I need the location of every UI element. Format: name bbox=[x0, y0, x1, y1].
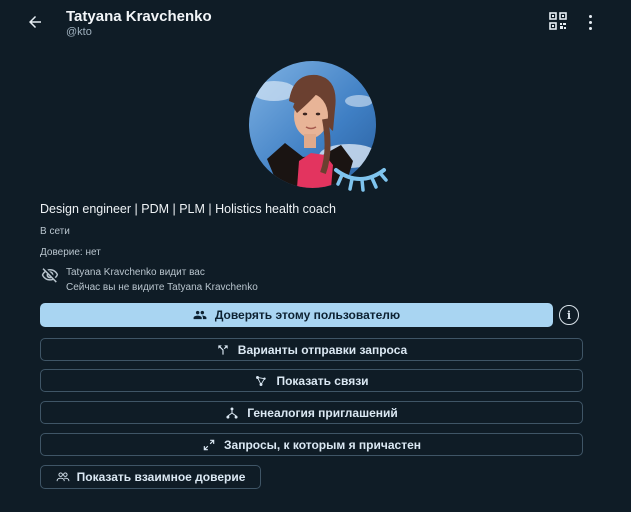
trust-user-button[interactable]: Доверять этому пользователю bbox=[40, 303, 553, 327]
invite-genealogy-label: Генеалогия приглашений bbox=[247, 405, 398, 420]
request-options-label: Варианты отправки запроса bbox=[237, 342, 408, 357]
mutual-trust-label: Показать взаимное доверие bbox=[76, 470, 246, 484]
closed-eye-icon bbox=[334, 168, 388, 192]
tree-icon bbox=[226, 406, 238, 419]
mutual-trust-button[interactable]: Показать взаимное доверие bbox=[40, 465, 261, 489]
info-button[interactable]: i bbox=[559, 305, 579, 325]
my-requests-button[interactable]: Запросы, к которым я причастен bbox=[40, 433, 583, 456]
profile-handle: @kto bbox=[66, 26, 92, 38]
visibility-you-dont-see: Сейчас вы не видите Tatyana Kravchenko bbox=[66, 282, 258, 293]
eye-off-icon bbox=[40, 266, 60, 284]
connections-icon bbox=[256, 375, 267, 386]
show-connections-button[interactable]: Показать связи bbox=[40, 369, 583, 392]
eyelash-decoration bbox=[330, 158, 390, 198]
invite-genealogy-button[interactable]: Генеалогия приглашений bbox=[40, 401, 583, 424]
trust-status: Доверие: нет bbox=[40, 247, 101, 258]
online-status: В сети bbox=[40, 226, 70, 237]
visibility-they-see-you: Tatyana Kravchenko видит вас bbox=[66, 267, 205, 278]
info-icon: i bbox=[566, 308, 572, 322]
qr-code-button[interactable] bbox=[548, 11, 570, 33]
trust-user-label: Доверять этому пользователю bbox=[214, 308, 401, 322]
more-vertical-icon bbox=[588, 14, 592, 18]
qr-code-icon bbox=[549, 12, 567, 30]
request-options-button[interactable]: Варианты отправки запроса bbox=[40, 338, 583, 361]
arrow-left-icon bbox=[29, 16, 41, 28]
my-requests-label: Запросы, к которым я причастен bbox=[224, 437, 421, 452]
profile-name-title: Tatyana Kravchenko bbox=[66, 8, 212, 25]
profile-bio: Design engineer | PDM | PLM | Holistics … bbox=[40, 202, 336, 216]
back-button[interactable] bbox=[22, 9, 48, 35]
people-icon bbox=[193, 310, 207, 320]
people-outline-icon bbox=[56, 472, 69, 482]
show-connections-label: Показать связи bbox=[276, 373, 369, 388]
more-menu-button[interactable] bbox=[580, 11, 600, 33]
fork-icon bbox=[218, 344, 228, 355]
expand-diagonal-icon bbox=[203, 439, 215, 450]
